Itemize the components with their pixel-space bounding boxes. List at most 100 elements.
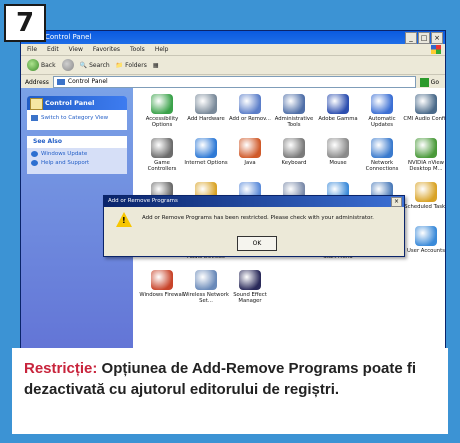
menu-edit[interactable]: Edit	[47, 44, 59, 55]
control-panel-item[interactable]: Accessibility Options	[139, 94, 185, 128]
dialog-message: Add or Remove Programs has been restrict…	[142, 215, 374, 221]
control-panel-item-label: Add Hardware	[187, 116, 225, 122]
dialog-title: Add or Remove Programs ×	[104, 196, 404, 207]
help-and-support-link[interactable]: Help and Support	[27, 157, 127, 166]
control-panel-item[interactable]: Adobe Gamma	[315, 94, 361, 122]
control-panel-item-label: Mouse	[329, 160, 347, 166]
menu-file[interactable]: File	[27, 44, 37, 55]
menu-bar: File Edit View Favorites Tools Help	[21, 44, 445, 56]
restriction-dialog: Add or Remove Programs × ! Add or Remove…	[103, 195, 405, 257]
control-panel-item-label: Wireless Network Set...	[183, 292, 229, 305]
warning-glyph: !	[122, 216, 126, 225]
control-panel-item-icon	[239, 138, 261, 158]
go-button[interactable]: Go	[419, 77, 445, 87]
folders-icon: 📁	[115, 61, 124, 69]
control-panel-item[interactable]: Keyboard	[271, 138, 317, 166]
forward-arrow-icon	[61, 59, 74, 71]
folders-button[interactable]: 📁 Folders	[116, 62, 147, 69]
control-panel-item-label: CMI Audio Config	[403, 116, 446, 122]
control-panel-item-icon	[195, 94, 217, 114]
window-title: Control Panel	[45, 33, 92, 41]
control-panel-item[interactable]: Mouse	[315, 138, 361, 166]
control-panel-item[interactable]: Administrative Tools	[271, 94, 317, 128]
menu-view[interactable]: View	[69, 44, 83, 55]
menu-tools[interactable]: Tools	[130, 44, 145, 55]
control-panel-item[interactable]: User Accounts	[403, 226, 445, 254]
control-panel-item-label: Network Connections	[365, 160, 399, 173]
control-panel-item[interactable]: Add or Remov...	[227, 94, 273, 122]
control-panel-item-icon	[415, 182, 437, 202]
control-panel-item[interactable]: Network Connections	[359, 138, 405, 172]
control-panel-item-label: Adobe Gamma	[318, 116, 358, 122]
address-input[interactable]: Control Panel	[52, 76, 416, 88]
control-panel-item[interactable]: Automatic Updates	[359, 94, 405, 128]
windows-update-link[interactable]: Windows Update	[27, 148, 127, 157]
step-number: 7	[4, 4, 46, 42]
article-frame: 7 Control Panel _ □ × File Edit View Fav…	[0, 0, 460, 443]
control-panel-item[interactable]: CMI Audio Config	[403, 94, 446, 122]
control-panel-item-label: Automatic Updates	[368, 116, 396, 129]
control-panel-item-icon	[371, 138, 393, 158]
warning-icon: !	[116, 212, 132, 227]
maximize-button[interactable]: □	[418, 32, 430, 44]
control-panel-content: Control Panel Switch to Category View Se…	[21, 88, 445, 349]
control-panel-item-icon	[151, 138, 173, 158]
caption-text: Restricție: Opțiunea de Add-Remove Progr…	[24, 358, 434, 400]
ok-button[interactable]: OK	[237, 236, 277, 251]
control-panel-item-icon	[415, 226, 437, 246]
control-panel-item[interactable]: NVIDIA nView Desktop M...	[403, 138, 445, 173]
dialog-title-text: Add or Remove Programs	[108, 198, 178, 204]
windows-logo-icon	[431, 45, 441, 54]
views-icon: ▦	[152, 61, 159, 69]
control-panel-item-label: Sound Effect Manager	[233, 292, 267, 305]
control-panel-item-label: Accessibility Options	[145, 116, 179, 129]
control-panel-item-label: User Accounts	[407, 248, 445, 254]
back-button[interactable]: Back	[27, 59, 56, 71]
close-button[interactable]: ×	[431, 32, 443, 44]
caption-box: Restricție: Opțiunea de Add-Remove Progr…	[12, 348, 448, 434]
control-panel-item-icon	[239, 94, 261, 114]
go-arrow-icon	[419, 77, 429, 87]
folders-label: Folders	[125, 61, 147, 69]
control-panel-item[interactable]: Wireless Network Set...	[183, 270, 229, 304]
control-panel-item-icon	[195, 138, 217, 158]
dialog-close-button[interactable]: ×	[391, 197, 402, 207]
control-panel-item-label: Windows Firewall	[139, 292, 185, 298]
control-panel-item-icon	[283, 94, 305, 114]
control-panel-item-label: Java	[244, 160, 256, 166]
control-panel-window: Control Panel _ □ × File Edit View Favor…	[20, 30, 446, 350]
views-button[interactable]: ▦	[153, 62, 159, 69]
control-panel-item[interactable]: Add Hardware	[183, 94, 229, 122]
control-panel-item-label: NVIDIA nView Desktop M...	[407, 160, 445, 173]
search-label: Search	[89, 61, 110, 69]
control-panel-item-icon	[327, 94, 349, 114]
control-panel-item[interactable]: Java	[227, 138, 273, 166]
switch-category-view-link[interactable]: Switch to Category View	[27, 110, 127, 121]
address-label: Address	[25, 78, 49, 86]
control-panel-item[interactable]: Windows Firewall	[139, 270, 185, 298]
control-panel-item[interactable]: Game Controllers	[139, 138, 185, 172]
control-panel-item-icon	[371, 94, 393, 114]
control-panel-item-label: Internet Options	[184, 160, 228, 166]
control-panel-item-icon	[327, 138, 349, 158]
control-panel-item-label: Keyboard	[281, 160, 307, 166]
control-panel-item-label: Administrative Tools	[274, 116, 314, 129]
control-panel-item-label: Scheduled Tasks	[404, 204, 446, 210]
back-label: Back	[41, 61, 56, 69]
see-also-heading: See Also	[27, 136, 127, 148]
control-panel-item-icon	[151, 270, 173, 290]
menu-help[interactable]: Help	[155, 44, 169, 55]
minimize-button[interactable]: _	[405, 32, 417, 44]
menu-favorites[interactable]: Favorites	[93, 44, 120, 55]
control-panel-item[interactable]: Scheduled Tasks	[403, 182, 446, 210]
control-panel-item[interactable]: Internet Options	[183, 138, 229, 166]
search-button[interactable]: 🔍 Search	[80, 62, 110, 69]
control-panel-box: Control Panel Switch to Category View	[27, 96, 127, 130]
control-panel-item-icon	[415, 94, 437, 114]
control-panel-item-icon	[283, 138, 305, 158]
forward-button[interactable]	[61, 59, 74, 71]
control-panel-item[interactable]: Sound Effect Manager	[227, 270, 273, 304]
toolbar: Back 🔍 Search 📁 Folders ▦	[21, 56, 445, 75]
window-titlebar[interactable]: Control Panel _ □ ×	[21, 31, 445, 44]
search-icon: 🔍	[79, 61, 88, 69]
